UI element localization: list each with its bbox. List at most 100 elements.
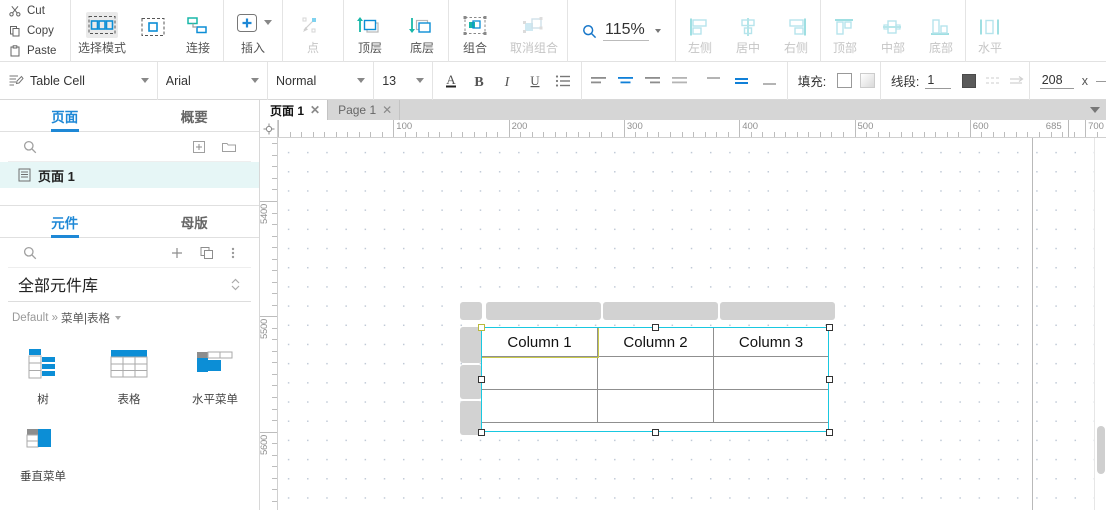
- zoom-control[interactable]: 115%: [568, 0, 675, 62]
- tab-outline[interactable]: 概要: [130, 100, 260, 131]
- font-color-icon[interactable]: A: [439, 69, 463, 93]
- insert-button[interactable]: 插入: [224, 0, 282, 62]
- align-top-button[interactable]: 顶部: [821, 0, 869, 62]
- insert-caret-icon[interactable]: [263, 20, 272, 25]
- resize-handle-nw[interactable]: [478, 324, 485, 331]
- copy-button[interactable]: Copy: [8, 22, 70, 41]
- align-right-button[interactable]: 右侧: [772, 0, 820, 62]
- table-cell-header-2[interactable]: Column 2: [597, 327, 714, 357]
- text-align-left-icon[interactable]: [587, 69, 611, 93]
- resize-handle-se[interactable]: [826, 429, 833, 436]
- horizontal-ruler[interactable]: 100 200 300 400 500 600 700 685: [260, 120, 1106, 138]
- table-cell-header-1[interactable]: Column 1: [481, 327, 598, 357]
- table-cell-r2c2[interactable]: [597, 389, 714, 423]
- y-coordinate-input[interactable]: [1095, 80, 1106, 82]
- align-bottom-button[interactable]: 底部: [917, 0, 965, 62]
- resize-handle-s[interactable]: [652, 429, 659, 436]
- fill-color-swatch[interactable]: [832, 69, 856, 93]
- new-folder-icon[interactable]: [217, 135, 241, 159]
- send-to-back-button[interactable]: 底层: [396, 0, 448, 62]
- italic-icon[interactable]: I: [495, 69, 519, 93]
- canvas-vertical-scrollbar[interactable]: [1094, 138, 1106, 510]
- library-updown-icon[interactable]: [230, 277, 241, 292]
- library-breadcrumb[interactable]: Default » 菜单|表格: [0, 302, 259, 332]
- valign-bottom-icon[interactable]: [758, 69, 782, 93]
- zoom-value[interactable]: 115%: [603, 21, 649, 41]
- close-icon[interactable]: ✕: [310, 104, 320, 116]
- bold-icon[interactable]: B: [467, 69, 491, 93]
- cut-button[interactable]: Cut: [8, 2, 70, 21]
- style-caret-icon[interactable]: [140, 78, 149, 83]
- line-color-swatch[interactable]: [957, 69, 981, 93]
- bring-to-front-button[interactable]: 顶层: [344, 0, 396, 62]
- text-align-right-icon[interactable]: [641, 69, 665, 93]
- close-icon-2[interactable]: ✕: [382, 104, 392, 116]
- font-size-caret-icon[interactable]: [415, 78, 424, 83]
- distribute-horizontal-button[interactable]: 水平: [966, 0, 1014, 62]
- widget-table[interactable]: 表格: [86, 334, 172, 411]
- x-coordinate-input[interactable]: 208: [1039, 73, 1074, 89]
- more-options-icon[interactable]: [225, 241, 241, 265]
- tab-pages[interactable]: 页面: [0, 100, 130, 131]
- table-cell-r1c3[interactable]: [713, 356, 829, 390]
- table-cell-header-3[interactable]: Column 3: [713, 327, 829, 357]
- table-cell-r2c1[interactable]: [481, 389, 598, 423]
- table-cell-r1c2[interactable]: [597, 356, 714, 390]
- valign-top-icon[interactable]: [702, 69, 726, 93]
- resize-handle-w[interactable]: [478, 376, 485, 383]
- canvas-tab-page-2[interactable]: Page 1 ✕: [328, 100, 401, 120]
- search-icon[interactable]: [18, 135, 42, 159]
- group-button[interactable]: 组合: [449, 0, 501, 62]
- sidebar-item-page-1[interactable]: 页面 1: [0, 162, 259, 188]
- table-corner-handle[interactable]: [460, 302, 482, 320]
- chevron-down-icon[interactable]: [1084, 100, 1106, 120]
- tab-widgets[interactable]: 元件: [0, 206, 130, 237]
- duplicate-icon[interactable]: [195, 241, 219, 265]
- paste-button[interactable]: Paste: [8, 42, 70, 61]
- column-handle-3[interactable]: [720, 302, 835, 320]
- row-handle-1[interactable]: [460, 327, 482, 363]
- add-page-icon[interactable]: [187, 135, 211, 159]
- table-row[interactable]: Column 1 Column 2 Column 3: [481, 327, 829, 357]
- line-width-input[interactable]: 1: [925, 73, 952, 89]
- table-cell-r2c3[interactable]: [713, 389, 829, 423]
- connect-button[interactable]: 连接: [173, 0, 223, 62]
- add-library-icon[interactable]: [165, 241, 189, 265]
- library-selector[interactable]: 全部元件库: [8, 268, 251, 302]
- text-align-center-icon[interactable]: [614, 69, 638, 93]
- valign-middle-icon[interactable]: [730, 69, 754, 93]
- library-path-caret-icon[interactable]: [115, 316, 122, 320]
- align-middle-button[interactable]: 中部: [869, 0, 917, 62]
- widget-vertical-menu[interactable]: 垂直菜单: [0, 411, 86, 488]
- fill-gradient-swatch[interactable]: [856, 69, 880, 93]
- style-combo[interactable]: Table Cell: [0, 62, 157, 100]
- column-handle-1[interactable]: [486, 302, 601, 320]
- canvas-tab-page-1[interactable]: 页面 1 ✕: [260, 100, 329, 120]
- font-combo[interactable]: Arial: [158, 62, 267, 100]
- select-mode-alt-button[interactable]: .: [133, 0, 173, 62]
- resize-handle-sw[interactable]: [478, 429, 485, 436]
- ungroup-button[interactable]: 取消组合: [501, 0, 567, 62]
- underline-icon[interactable]: U: [523, 69, 547, 93]
- align-left-button[interactable]: 左侧: [676, 0, 724, 62]
- widget-tree[interactable]: 树: [0, 334, 86, 411]
- point-button[interactable]: 点: [283, 0, 343, 62]
- resize-handle-e[interactable]: [826, 376, 833, 383]
- font-weight-caret-icon[interactable]: [357, 78, 366, 83]
- resize-handle-n[interactable]: [652, 324, 659, 331]
- table-widget[interactable]: Column 1 Column 2 Column 3: [481, 327, 829, 423]
- widget-search-icon[interactable]: [18, 241, 42, 265]
- align-center-button[interactable]: 居中: [724, 0, 772, 62]
- scrollbar-thumb[interactable]: [1097, 426, 1105, 474]
- zoom-caret-icon[interactable]: [655, 29, 661, 33]
- line-style-icon[interactable]: [981, 69, 1005, 93]
- text-align-justify-icon[interactable]: [668, 69, 692, 93]
- widget-horizontal-menu[interactable]: 水平菜单: [172, 334, 258, 411]
- bullet-list-icon[interactable]: [551, 69, 575, 93]
- font-size-combo[interactable]: 13: [374, 62, 432, 100]
- select-mode-button[interactable]: 选择模式: [71, 0, 133, 62]
- design-canvas[interactable]: Column 1 Column 2 Column 3: [278, 138, 1106, 510]
- ruler-origin-button[interactable]: [260, 120, 278, 138]
- table-row[interactable]: [481, 389, 829, 423]
- tab-masters[interactable]: 母版: [130, 206, 260, 237]
